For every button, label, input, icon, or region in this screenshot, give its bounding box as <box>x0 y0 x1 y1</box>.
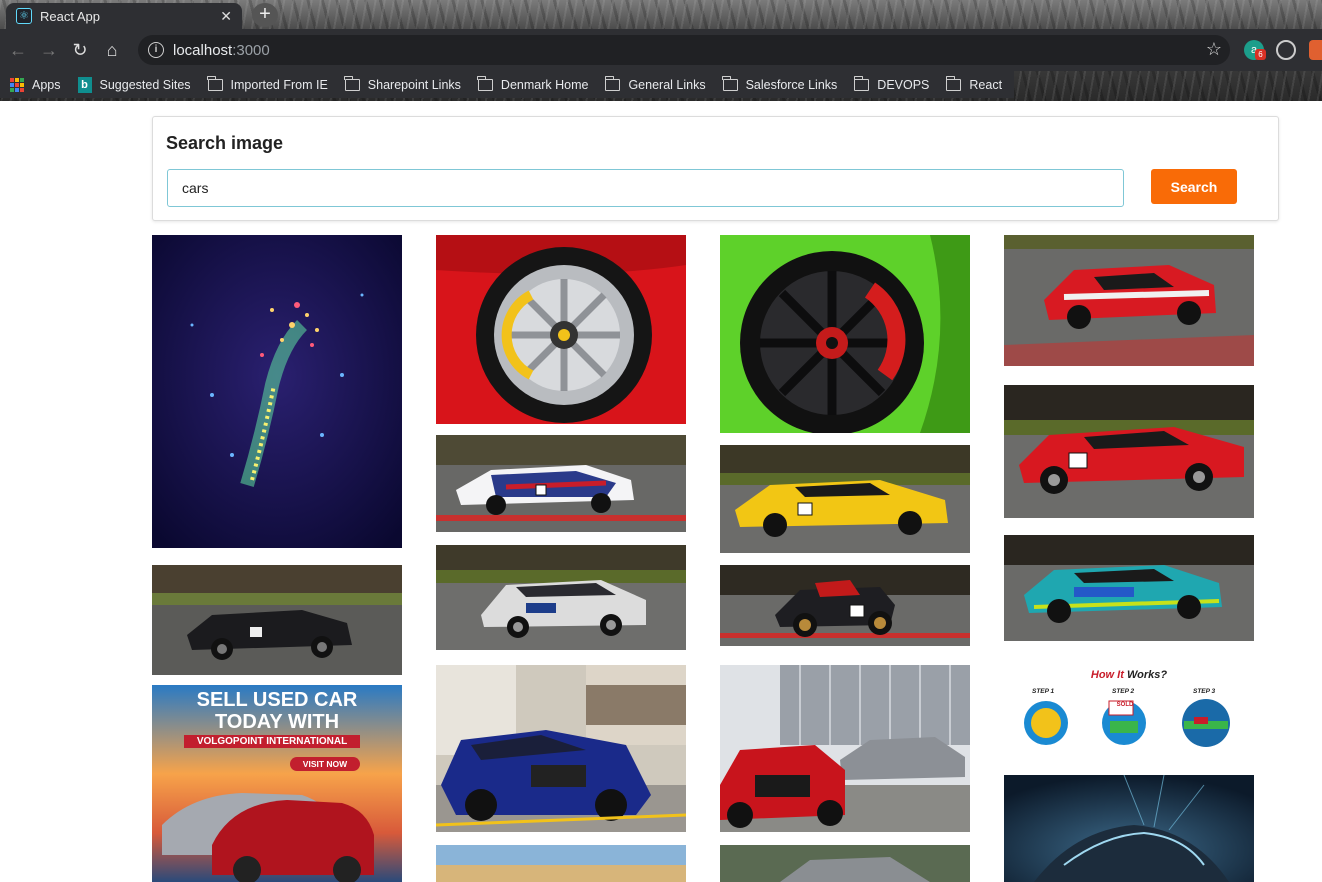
search-input[interactable] <box>167 169 1124 207</box>
image-blue-mercedes-street[interactable] <box>436 665 686 832</box>
ad-headline: SELL USED CAR TODAY WITH <box>152 689 402 733</box>
forward-icon[interactable]: → <box>37 38 61 62</box>
image-graphic <box>1004 535 1254 641</box>
step-3-label: STEP 3 <box>1193 688 1216 695</box>
image-futuristic-car-render[interactable] <box>1004 775 1254 882</box>
bookmark-label: Imported From IE <box>230 77 328 92</box>
image-blue-white-gt-race[interactable] <box>436 435 686 532</box>
image-sell-used-car-ad[interactable]: SELL USED CAR TODAY WITH VOLGOPOINT INTE… <box>152 685 402 882</box>
image-graphic <box>1004 235 1254 366</box>
image-graphic <box>436 665 686 832</box>
close-tab-icon[interactable]: ✕ <box>220 8 232 25</box>
bookmark-devops[interactable]: DEVOPS <box>853 75 930 92</box>
image-graphic <box>1004 385 1254 518</box>
search-card: Search image Search <box>152 116 1279 221</box>
image-graphic <box>720 235 970 433</box>
bookmark-salesforce-links[interactable]: Salesforce Links <box>722 75 838 92</box>
bookmark-label: General Links <box>628 77 706 92</box>
folder-icon <box>722 75 738 91</box>
image-graphic <box>436 235 686 424</box>
image-red-ferrari-wheel[interactable] <box>436 235 686 424</box>
folder-icon <box>853 75 870 91</box>
image-caterham-race[interactable] <box>720 565 970 646</box>
image-black-bmw-race[interactable] <box>152 565 402 675</box>
browser-toolbar: ← → ↻ ⌂ i localhost:3000 ☆ a6 <box>0 29 1322 71</box>
ad-brand: VOLGOPOINT INTERNATIONAL <box>196 736 348 747</box>
folder-icon <box>945 75 962 91</box>
folder-icon <box>604 75 621 91</box>
bookmark-star-icon[interactable]: ☆ <box>1206 39 1222 60</box>
how-it-works-graphic <box>1024 699 1230 747</box>
image-graphic <box>720 445 970 553</box>
sold-label: SOLD <box>1116 702 1134 708</box>
bing-icon: b <box>77 76 92 93</box>
folder-icon <box>477 75 493 91</box>
apps-grid-icon <box>10 77 24 92</box>
extension-a-icon[interactable]: a6 <box>1244 40 1266 60</box>
bookmark-sharepoint-links[interactable]: Sharepoint Links <box>344 75 461 92</box>
image-graphic <box>436 845 686 882</box>
image-yellow-ferrari-race[interactable] <box>720 445 970 553</box>
ad-line-2: TODAY WITH <box>214 711 340 733</box>
image-red-ferrari-25-race[interactable] <box>1004 385 1254 518</box>
image-red-audi-dealership[interactable] <box>720 665 970 832</box>
url-host: localhost <box>173 41 233 59</box>
ad-line-1: SELL USED CAR <box>196 689 358 711</box>
extension-s-icon[interactable] <box>1309 40 1322 60</box>
search-button[interactable]: Search <box>1151 169 1237 204</box>
url-port: :3000 <box>232 41 270 59</box>
new-tab-button[interactable]: + <box>252 3 278 27</box>
image-teal-porsche-race[interactable] <box>1004 535 1254 641</box>
how-title-part-b: Works? <box>1126 669 1168 681</box>
image-red-ferrari-f430-race[interactable] <box>1004 235 1254 366</box>
image-how-it-works-infographic[interactable]: How It Works? STEP 1 STEP 2 STEP 3 SOLD <box>1004 665 1254 760</box>
extension-badge: 6 <box>1255 49 1266 60</box>
image-graphic <box>152 235 402 548</box>
react-logo-icon: ⚛ <box>16 8 32 24</box>
folder-icon <box>207 75 223 91</box>
bookmark-general-links[interactable]: General Links <box>604 75 706 92</box>
step-1-label: STEP 1 <box>1032 688 1055 695</box>
bookmark-label: Suggested Sites <box>99 77 191 92</box>
image-graphic <box>1004 775 1254 882</box>
image-graphic <box>436 545 686 650</box>
bookmark-label: Apps <box>32 77 61 92</box>
reload-icon[interactable]: ↻ <box>68 38 92 62</box>
address-bar[interactable]: i localhost:3000 ☆ <box>138 35 1230 65</box>
site-info-icon[interactable]: i <box>148 42 164 58</box>
browser-tab[interactable]: ⚛ React App ✕ <box>6 3 242 29</box>
image-graphic <box>720 565 970 646</box>
bookmark-apps[interactable]: Apps <box>10 77 61 92</box>
image-green-lamborghini-wheel[interactable] <box>720 235 970 433</box>
extension-target-icon[interactable] <box>1276 40 1296 60</box>
back-icon[interactable]: ← <box>6 38 30 62</box>
bookmark-label: Sharepoint Links <box>367 77 461 92</box>
image-graphic <box>436 435 686 532</box>
folder-icon <box>344 75 360 91</box>
how-title-part-a: How It <box>1090 669 1124 681</box>
how-it-works-title: How It Works? <box>1004 669 1254 681</box>
browser-chrome: ⚛ React App ✕ + ← → ↻ ⌂ i localhost:3000… <box>0 0 1322 101</box>
step-2-label: STEP 2 <box>1112 688 1135 695</box>
bookmark-label: Denmark Home <box>500 77 589 92</box>
image-city-lights-aerial[interactable] <box>152 235 402 548</box>
bookmark-denmark-home[interactable]: Denmark Home <box>477 75 589 92</box>
bookmarks-bar: Apps b Suggested Sites Imported From IE … <box>0 71 1014 98</box>
bookmark-imported-from-ie[interactable]: Imported From IE <box>207 75 328 92</box>
bookmark-react[interactable]: React <box>945 75 1003 92</box>
ad-visit-now: VISIT NOW <box>302 759 348 769</box>
home-icon[interactable]: ⌂ <box>100 38 124 62</box>
bookmark-suggested-sites[interactable]: b Suggested Sites <box>77 76 191 93</box>
bookmark-label: Salesforce Links <box>745 77 838 92</box>
bookmark-label: React <box>969 77 1003 92</box>
search-title: Search image <box>166 133 284 153</box>
image-graphic <box>720 665 970 832</box>
image-desert-car[interactable] <box>436 845 686 882</box>
image-graphic <box>152 565 402 675</box>
image-white-bmw-fina[interactable] <box>436 545 686 650</box>
image-graphic <box>720 845 970 882</box>
tab-title: React App <box>40 8 100 24</box>
image-silver-car[interactable] <box>720 845 970 882</box>
bookmark-label: DEVOPS <box>877 77 930 92</box>
